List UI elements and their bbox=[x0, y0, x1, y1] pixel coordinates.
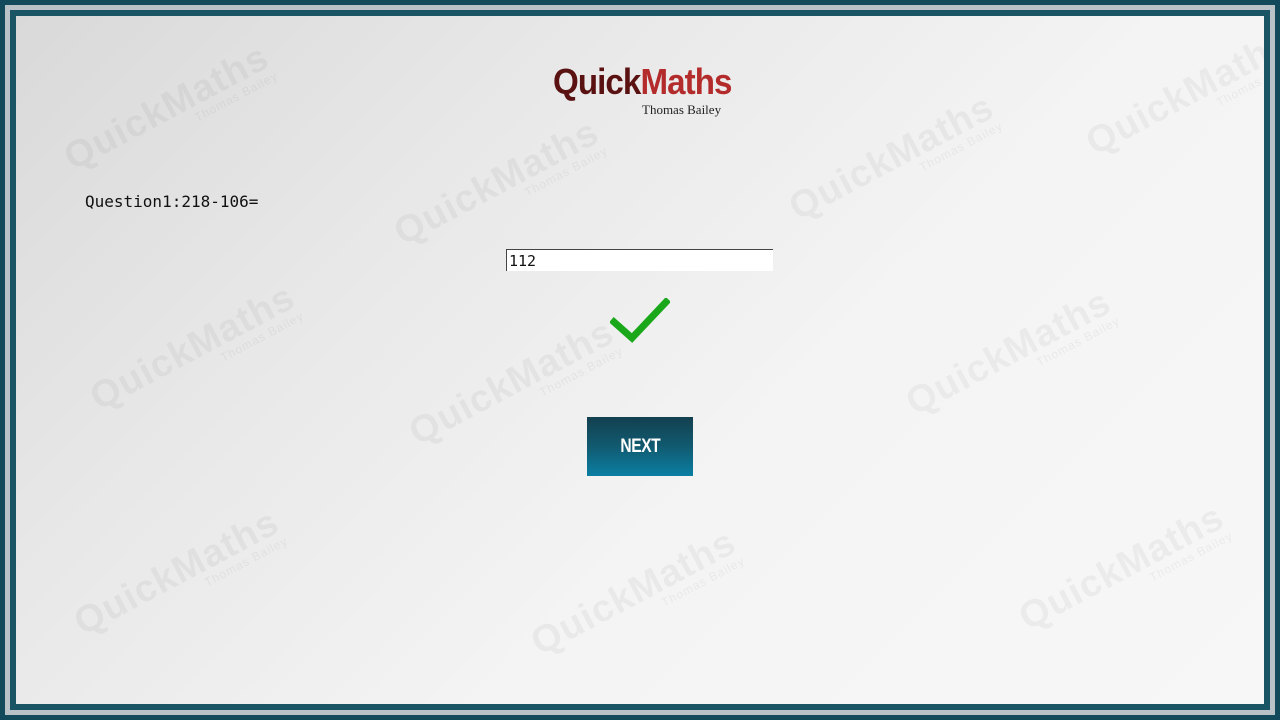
checkmark-icon bbox=[610, 298, 670, 343]
question-text: Question1:218-106= bbox=[85, 192, 259, 211]
logo-quick: Quick bbox=[553, 61, 641, 102]
quiz-canvas: QuickMathsThomas Bailey QuickMathsThomas… bbox=[16, 16, 1264, 704]
watermark: QuickMathsThomas Bailey bbox=[1079, 21, 1264, 164]
watermark: QuickMathsThomas Bailey bbox=[899, 281, 1123, 424]
watermark: QuickMathsThomas Bailey bbox=[67, 501, 291, 644]
logo-title: QuickMaths bbox=[553, 61, 732, 102]
logo-maths: Maths bbox=[640, 61, 732, 102]
watermark: QuickMathsThomas Bailey bbox=[57, 36, 281, 179]
next-button-label: NEXT bbox=[620, 435, 660, 457]
watermark: QuickMathsThomas Bailey bbox=[83, 276, 307, 419]
next-button[interactable]: NEXT bbox=[587, 417, 693, 476]
watermark: QuickMathsThomas Bailey bbox=[782, 86, 1006, 229]
watermark: QuickMathsThomas Bailey bbox=[524, 521, 748, 664]
answer-input[interactable] bbox=[506, 249, 773, 271]
app-logo: QuickMaths Thomas Bailey bbox=[553, 61, 733, 118]
watermark: QuickMathsThomas Bailey bbox=[1012, 496, 1236, 639]
watermark: QuickMathsThomas Bailey bbox=[387, 111, 611, 254]
logo-author: Thomas Bailey bbox=[642, 102, 722, 117]
